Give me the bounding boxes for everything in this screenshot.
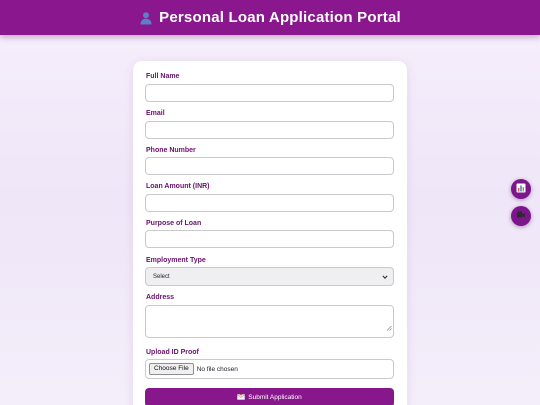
- page-title: Personal Loan Application Portal: [159, 9, 401, 26]
- bar-chart-icon: [516, 180, 526, 198]
- loan-application-form: Full Name Email Phone Number Loan Amount…: [133, 61, 407, 405]
- loan-amount-label: Loan Amount (INR): [146, 183, 210, 190]
- video-button[interactable]: [511, 206, 531, 226]
- resize-grip-icon[interactable]: [386, 318, 392, 336]
- choose-file-button[interactable]: Choose File: [149, 363, 194, 375]
- analytics-button[interactable]: [511, 179, 531, 199]
- phone-label: Phone Number: [146, 147, 196, 154]
- submit-label: Submit Application: [248, 394, 302, 401]
- address-label: Address: [146, 294, 175, 301]
- address-textarea[interactable]: [145, 305, 394, 338]
- file-status: No file chosen: [196, 365, 238, 373]
- id-proof-label: Upload ID Proof: [146, 349, 199, 356]
- email-label: Email: [146, 110, 165, 117]
- user-icon: [139, 11, 153, 25]
- full-name-input[interactable]: [145, 84, 394, 102]
- loan-amount-input[interactable]: [145, 194, 394, 212]
- employment-type-label: Employment Type: [146, 257, 206, 264]
- full-name-label: Full Name: [146, 73, 180, 80]
- chevron-down-icon: [382, 274, 388, 282]
- employment-type-select[interactable]: Select: [145, 267, 394, 286]
- envelope-icon: [237, 393, 246, 402]
- employment-type-selected: Select: [153, 273, 170, 280]
- purpose-input[interactable]: [145, 230, 394, 248]
- phone-input[interactable]: [145, 157, 394, 175]
- app-header: Personal Loan Application Portal: [0, 0, 540, 35]
- id-proof-file-input: Choose File No file chosen: [145, 359, 394, 379]
- email-input[interactable]: [145, 121, 394, 139]
- purpose-label: Purpose of Loan: [146, 220, 202, 227]
- header-title-wrap: Personal Loan Application Portal: [139, 9, 401, 26]
- submit-application-button[interactable]: Submit Application: [145, 388, 394, 405]
- video-camera-icon: [516, 207, 526, 225]
